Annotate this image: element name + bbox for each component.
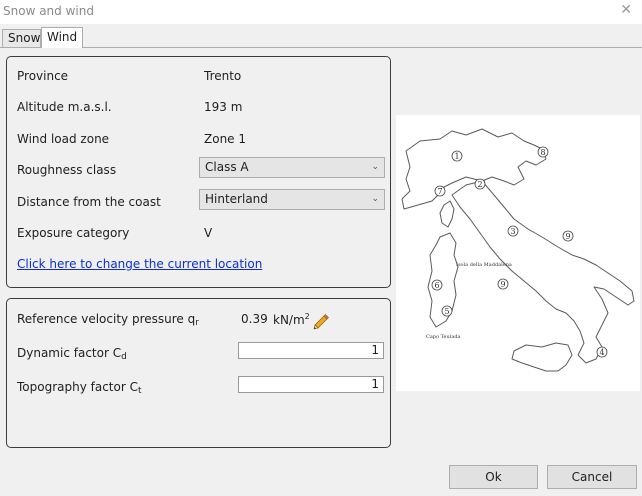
qr-unit-sup: 2 <box>304 312 310 321</box>
ok-button[interactable]: Ok <box>449 465 538 489</box>
cd-label-text: Dynamic factor C <box>17 346 122 360</box>
province-label: Province <box>17 69 69 83</box>
zone-number: 9 <box>565 232 570 241</box>
window-title: Snow and wind <box>3 4 94 18</box>
ct-label-sub: t <box>137 386 142 396</box>
zone-number: 8 <box>540 148 545 157</box>
zone-marker: 9 <box>562 230 574 242</box>
dynamic-factor-input[interactable]: 1 <box>238 342 384 359</box>
province-value: Trento <box>204 69 242 83</box>
qr-unit-text: kN/m <box>273 313 305 327</box>
ct-label: Topography factor Ct <box>17 380 142 396</box>
pencil-icon[interactable] <box>312 312 330 330</box>
altitude-value: 193 m <box>204 100 243 114</box>
zone-marker: 6 <box>431 279 443 291</box>
zone-marker: 4 <box>596 346 608 358</box>
mainland-outline <box>401 128 635 364</box>
distance-select[interactable]: Hinterland ⌄ <box>199 189 385 210</box>
zone-number: 5 <box>444 307 449 316</box>
chevron-down-icon: ⌄ <box>371 194 379 204</box>
exposure-label: Exposure category <box>17 226 130 240</box>
zone-marker: 8 <box>537 146 549 158</box>
wind-zone-map: 1 2 3 4 5 6 7 8 9 9 Isola della Maddalen… <box>396 115 640 391</box>
roughness-label: Roughness class <box>17 163 117 177</box>
qr-unit: kN/m2 <box>273 312 310 327</box>
zone-marker: 2 <box>474 178 486 190</box>
zone-number: 4 <box>599 348 604 357</box>
corsica-outline <box>439 200 455 228</box>
zone-number: 3 <box>510 227 515 236</box>
zone-number: 9 <box>500 280 505 289</box>
altitude-label: Altitude m.a.s.l. <box>17 100 112 114</box>
map-label-maddalena: Isola della Maddalena <box>456 262 512 268</box>
zone-number: 6 <box>434 281 439 290</box>
qr-label: Reference velocity pressure qr <box>17 312 199 328</box>
tab-wind[interactable]: Wind <box>41 27 83 48</box>
roughness-select-value: Class A <box>205 160 249 174</box>
zone-marker: 1 <box>451 150 463 162</box>
wind-zone-label: Wind load zone <box>17 132 110 146</box>
qr-value: 0.39 <box>241 312 268 326</box>
tab-snow[interactable]: Snow <box>2 29 41 47</box>
qr-label-text: Reference velocity pressure q <box>17 312 196 326</box>
distance-label: Distance from the coast <box>17 195 161 209</box>
wind-zone-value: Zone 1 <box>204 132 246 146</box>
roughness-select[interactable]: Class A ⌄ <box>199 157 385 178</box>
cancel-button[interactable]: Cancel <box>547 465 637 489</box>
ct-label-text: Topography factor C <box>17 380 138 394</box>
title-bar: Snow and wind ✕ <box>0 0 642 24</box>
cd-label: Dynamic factor Cd <box>17 346 127 362</box>
tab-wind-label: Wind <box>47 30 78 44</box>
distance-select-value: Hinterland <box>205 192 268 206</box>
zone-marker: 5 <box>441 305 453 317</box>
topography-factor-input[interactable]: 1 <box>238 376 384 393</box>
zone-number: 7 <box>437 187 442 196</box>
tab-snow-label: Snow <box>8 31 41 45</box>
zone-number: 1 <box>454 152 459 161</box>
qr-label-sub: r <box>195 318 199 328</box>
sicily-outline <box>511 342 573 372</box>
tab-divider <box>0 47 642 48</box>
zone-marker: 7 <box>434 185 446 197</box>
zone-number: 2 <box>477 180 482 189</box>
close-icon[interactable]: ✕ <box>620 2 632 18</box>
cd-label-sub: d <box>121 352 127 362</box>
chevron-down-icon: ⌄ <box>371 162 379 172</box>
map-label-teulada: Capo Teulada <box>426 334 461 340</box>
exposure-value: V <box>204 226 213 240</box>
zone-marker: 9 <box>497 278 509 290</box>
change-location-link[interactable]: Click here to change the current locatio… <box>17 257 262 271</box>
zone-marker: 3 <box>507 225 519 237</box>
